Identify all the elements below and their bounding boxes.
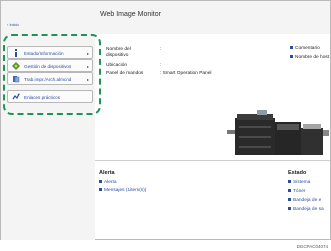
status-section-title: Estado (288, 170, 307, 176)
bullet-icon (99, 180, 102, 184)
header: Web Image Monitor ‹ Inicio (1, 1, 330, 34)
input-tray-link[interactable]: Bandeja de e (288, 198, 321, 203)
messages-link[interactable]: Mensajes (1item(s)) (99, 188, 146, 193)
bullet-icon (288, 207, 291, 211)
comment-link[interactable]: Comentario (290, 46, 320, 51)
control-panel-label: Panel de mandos (106, 71, 144, 76)
hostname-link[interactable]: Nombre de host (290, 55, 329, 60)
location-value: : (160, 63, 162, 68)
bullet-icon (290, 46, 293, 50)
home-link[interactable]: ‹ Inicio (7, 22, 19, 27)
device-name-value: : (160, 47, 162, 52)
bullet-icon (99, 188, 102, 192)
location-label: Ubicación (106, 63, 128, 68)
bullet-icon (288, 189, 291, 193)
device-name-label: Nombre del dispositivo (106, 47, 131, 58)
toner-link[interactable]: Tóner (288, 189, 306, 194)
highlight-outline (3, 34, 101, 115)
printer-image (227, 100, 330, 157)
alert-link[interactable]: Alerta (99, 180, 117, 185)
bullet-icon (288, 180, 291, 184)
app-title: Web Image Monitor (100, 11, 161, 18)
bullet-icon (290, 55, 293, 59)
output-tray-link[interactable]: Bandeja de sa (288, 207, 324, 212)
system-link[interactable]: Sistema (288, 180, 310, 185)
figure-code: DGCPAC04074 (296, 244, 328, 249)
control-panel-value: : Smart Operation Panel (160, 71, 212, 76)
bullet-icon (288, 198, 291, 202)
alert-section-title: Alerta (99, 170, 115, 176)
